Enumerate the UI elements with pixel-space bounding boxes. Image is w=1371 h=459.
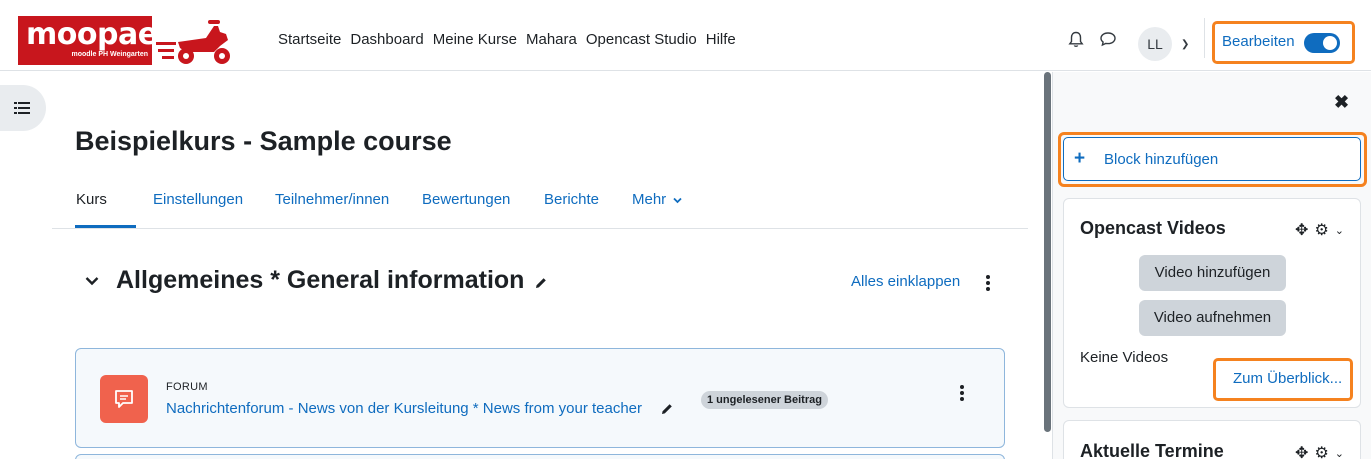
- logo-box: moopaed moodle PH Weingarten: [18, 16, 179, 65]
- logo-subtext: moodle PH Weingarten: [71, 51, 149, 58]
- scrollbar[interactable]: [1044, 72, 1051, 432]
- record-video-button[interactable]: Video aufnehmen: [1139, 300, 1286, 336]
- section-title: Allgemeines * General information: [116, 266, 525, 294]
- chevron-down-icon: [673, 197, 682, 204]
- course-secondary-nav: Kurs Einstellungen Teilnehmer/innen Bewe…: [52, 176, 1028, 229]
- site-logo[interactable]: moopaed moodle PH Weingarten: [18, 16, 242, 66]
- chevron-down-icon[interactable]: ⌄: [1335, 224, 1344, 237]
- chevron-down-icon[interactable]: [85, 276, 99, 286]
- block-title: Opencast Videos: [1080, 218, 1226, 238]
- edit-mode-toggle[interactable]: [1304, 33, 1340, 53]
- chevron-down-icon[interactable]: ❯: [1181, 39, 1189, 50]
- tab-einstellungen[interactable]: Einstellungen: [153, 191, 243, 208]
- forum-icon: [100, 375, 148, 423]
- add-block-label: Block hinzufügen: [1104, 151, 1219, 168]
- nav-mahara[interactable]: Mahara: [526, 31, 577, 48]
- nav-meine-kurse[interactable]: Meine Kurse: [433, 31, 517, 48]
- gear-icon[interactable]: ⚙: [1314, 220, 1328, 240]
- tab-mehr-label: Mehr: [632, 191, 667, 208]
- block-controls: ✥ ⚙ ⌄: [1289, 443, 1344, 459]
- chevron-down-icon[interactable]: ⌄: [1335, 447, 1344, 459]
- tab-kurs[interactable]: Kurs: [76, 191, 107, 208]
- collapse-all-link[interactable]: Alles einklappen: [851, 273, 960, 290]
- add-block-button[interactable]: + Block hinzufügen: [1063, 137, 1361, 181]
- activity-name-link[interactable]: Nachrichtenforum - News von der Kursleit…: [166, 400, 642, 417]
- empty-state-text: Keine Videos: [1080, 349, 1169, 366]
- scooter-icon: [156, 20, 230, 64]
- upcoming-events-block: Aktuelle Termine ✥ ⚙ ⌄: [1063, 420, 1361, 459]
- tab-teilnehmer[interactable]: Teilnehmer/innen: [275, 191, 389, 208]
- tab-mehr[interactable]: Mehr: [632, 191, 682, 208]
- activity-card: [75, 454, 1005, 459]
- move-icon[interactable]: ✥: [1295, 220, 1308, 240]
- nav-dashboard[interactable]: Dashboard: [350, 31, 423, 48]
- navbar-divider: [1204, 18, 1205, 58]
- plus-icon: +: [1074, 148, 1086, 169]
- gear-icon[interactable]: ⚙: [1314, 443, 1328, 459]
- nav-hilfe[interactable]: Hilfe: [706, 31, 736, 48]
- chat-square-icon: [115, 390, 133, 408]
- pencil-icon[interactable]: [534, 276, 548, 290]
- block-title: Aktuelle Termine: [1080, 441, 1224, 459]
- close-icon[interactable]: ✖: [1334, 92, 1349, 113]
- activity-type: FORUM: [166, 381, 208, 393]
- section-menu-icon[interactable]: [986, 275, 990, 293]
- edit-mode-label[interactable]: Bearbeiten: [1222, 33, 1295, 50]
- bell-icon[interactable]: [1068, 31, 1084, 48]
- nav-opencast-studio[interactable]: Opencast Studio: [586, 31, 697, 48]
- user-avatar[interactable]: LL: [1138, 27, 1172, 61]
- primary-navigation: Startseite Dashboard Meine Kurse Mahara …: [278, 31, 745, 48]
- top-navbar: moopaed moodle PH Weingarten Startseite …: [0, 0, 1371, 71]
- activity-menu-icon[interactable]: [960, 385, 964, 403]
- move-icon[interactable]: ✥: [1295, 443, 1308, 459]
- message-icon[interactable]: [1099, 31, 1117, 47]
- activity-card: FORUM Nachrichtenforum - News von der Ku…: [75, 348, 1005, 448]
- tab-bewertungen[interactable]: Bewertungen: [422, 191, 510, 208]
- overview-link[interactable]: Zum Überblick...: [1233, 370, 1342, 387]
- list-icon: [14, 102, 30, 114]
- nav-startseite[interactable]: Startseite: [278, 31, 341, 48]
- add-video-button[interactable]: Video hinzufügen: [1139, 255, 1286, 291]
- page-title: Beispielkurs - Sample course: [75, 126, 452, 156]
- toggle-knob: [1323, 36, 1337, 50]
- tab-berichte[interactable]: Berichte: [544, 191, 599, 208]
- course-index-toggle[interactable]: [0, 85, 46, 131]
- block-controls: ✥ ⚙ ⌄: [1289, 220, 1344, 240]
- active-tab-indicator: [75, 225, 136, 228]
- pencil-icon[interactable]: [660, 402, 674, 416]
- unread-badge[interactable]: 1 ungelesener Beitrag: [701, 391, 828, 409]
